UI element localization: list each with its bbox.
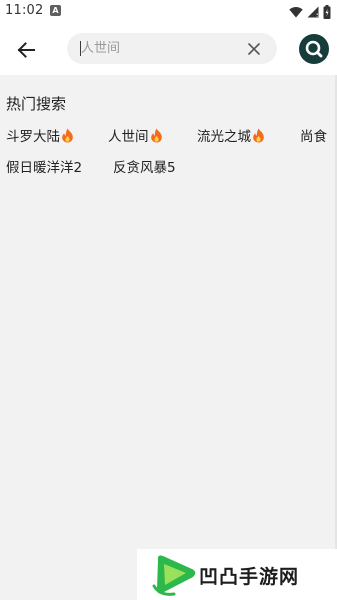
status-bar: 11:02 A (0, 0, 337, 24)
close-icon (248, 43, 260, 55)
search-button[interactable] (299, 34, 329, 64)
hot-tag-label: 尚食 (300, 129, 327, 145)
search-box (67, 33, 277, 64)
hot-tag-label: 假日暖洋洋2 (6, 160, 83, 176)
play-logo-icon (152, 555, 196, 596)
watermark-text: 凹凸手游网 (199, 566, 300, 588)
search-header (0, 24, 337, 75)
fire-icon (253, 128, 264, 142)
hot-tag-item[interactable]: 假日暖洋洋2 (6, 156, 82, 176)
hot-tag-item[interactable]: 人世间 (108, 125, 163, 145)
search-input[interactable] (81, 33, 241, 64)
notification-icon: A (50, 5, 61, 16)
fire-icon (62, 128, 73, 142)
search-content: 热门搜索 斗罗大陆 人世间 流光之城 尚食 假日暖洋洋2 反贪风暴5 (0, 75, 337, 600)
signal-icon (307, 6, 319, 18)
wifi-icon (289, 7, 303, 18)
search-icon (305, 40, 323, 58)
status-icons (289, 5, 331, 19)
clear-button[interactable] (245, 40, 263, 58)
hot-tag-item[interactable]: 流光之城 (197, 125, 265, 145)
watermark: 凹凸手游网 (137, 549, 337, 600)
back-button[interactable] (12, 36, 40, 64)
hot-tag-label: 流光之城 (197, 129, 251, 145)
hot-tag-item[interactable]: 斗罗大陆 (6, 125, 74, 145)
fire-icon (150, 128, 162, 142)
app-screen: 11:02 A 人世间 热门搜索 斗罗大陆 人世间 流光之城 尚食 假日暖洋洋2… (0, 0, 337, 600)
hot-tag-label: 斗罗大陆 (6, 129, 60, 145)
hot-tag-label: 反贪风暴5 (113, 160, 176, 176)
hot-tag-label: 人世间 (108, 129, 149, 145)
hot-tag-item[interactable]: 反贪风暴5 (113, 156, 176, 176)
hot-search-title: 热门搜索 (6, 95, 67, 113)
arrow-left-icon (17, 42, 35, 58)
hot-tag-item[interactable]: 尚食 (300, 125, 327, 145)
status-time: 11:02 (5, 3, 44, 18)
battery-icon (323, 5, 331, 19)
